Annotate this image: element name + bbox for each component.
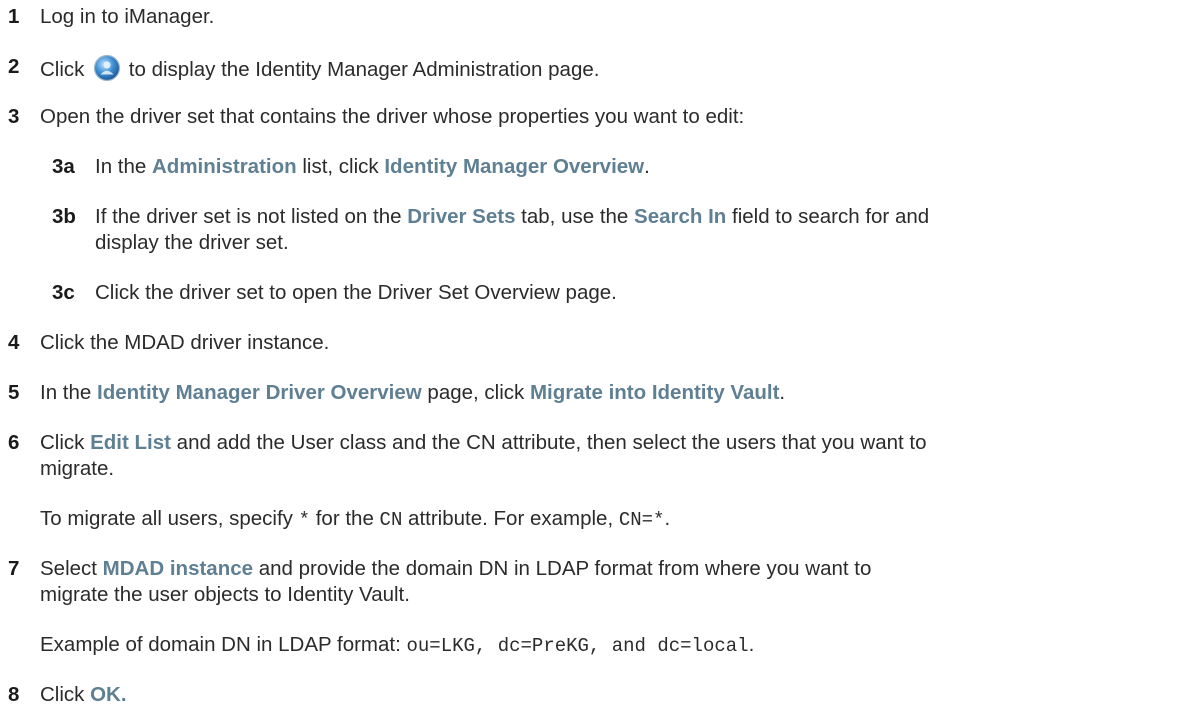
- code-literal: *: [298, 509, 311, 531]
- step-text: Open the driver set that contains the dr…: [40, 104, 744, 130]
- step-number: 7: [8, 557, 20, 580]
- ui-label: Search In: [634, 205, 727, 228]
- text-run: .: [644, 155, 650, 178]
- procedure-page: 1 Log in to iManager. 2 Click to display th…: [0, 0, 1178, 707]
- identity-manager-globe-icon[interactable]: [93, 54, 121, 82]
- text-run: migrate the user objects to Identity Vau…: [40, 583, 410, 606]
- text-run: Click the MDAD driver instance.: [40, 331, 330, 354]
- text-run: display the driver set.: [95, 231, 289, 254]
- step-text: Log in to iManager.: [40, 4, 214, 30]
- text-run: attribute. For example,: [402, 507, 619, 530]
- ui-label: MDAD instance: [102, 557, 254, 580]
- text-run: To migrate all users, specify: [40, 507, 299, 530]
- text-run: tab, use the: [515, 205, 635, 228]
- step-text: Click the driver set to open the Driver …: [95, 280, 617, 306]
- text-run: field to search for and: [726, 205, 930, 228]
- code-literal: CN=*: [618, 509, 665, 531]
- step-text: migrate the user objects to Identity Vau…: [40, 582, 410, 608]
- step-number: 3: [8, 105, 20, 128]
- step-text: If the driver set is not listed on the D…: [95, 204, 929, 230]
- text-run: .: [779, 381, 786, 404]
- text-run: If the driver set is not listed on the: [95, 205, 408, 228]
- text-run: to display the Identity Manager Administ…: [123, 58, 600, 81]
- step-number: 3c: [52, 281, 75, 304]
- text-run: Click the driver set to open the Driver …: [95, 281, 617, 304]
- step-number: 5: [8, 381, 20, 404]
- step-text: Click Edit List and add the User class a…: [40, 430, 927, 456]
- text-run: Click: [40, 431, 91, 454]
- text-run: migrate.: [40, 457, 115, 480]
- step-text: Select MDAD instance and provide the dom…: [40, 556, 871, 582]
- code-literal: CN: [379, 509, 403, 531]
- text-run: page, click: [421, 381, 530, 404]
- ui-label: Driver Sets: [407, 205, 516, 228]
- text-run: list, click: [296, 155, 385, 178]
- code-literal: ou=LKG, dc=PreKG, and dc=local: [406, 635, 749, 657]
- ui-label: Edit List: [90, 431, 171, 454]
- text-run: Log in to iManager.: [40, 5, 215, 28]
- step-text: display the driver set.: [95, 230, 289, 256]
- text-run: In the: [95, 155, 152, 178]
- ui-label: Administration: [152, 155, 297, 178]
- ui-label: Identity Manager Overview: [384, 155, 645, 178]
- step-number: 3a: [52, 155, 75, 178]
- step-text: Click to display the Identity Manager Ad…: [40, 54, 599, 83]
- text-run: for the: [310, 507, 380, 530]
- ui-label: Identity Manager Driver Overview: [97, 381, 422, 404]
- step-number: 4: [8, 331, 20, 354]
- step-text: To migrate all users, specify * for the …: [40, 506, 670, 533]
- step-text: Example of domain DN in LDAP format: ou=…: [40, 632, 754, 659]
- step-text: migrate.: [40, 456, 114, 482]
- text-run: Select: [40, 557, 103, 580]
- text-run: .: [748, 633, 755, 656]
- step-text: In the Identity Manager Driver Overview …: [40, 380, 785, 406]
- step-number: 8: [8, 683, 20, 706]
- text-run: Click: [40, 58, 91, 81]
- ui-label: Migrate into Identity Vault: [529, 381, 780, 404]
- text-run: In the: [40, 381, 97, 404]
- step-number: 2: [8, 55, 20, 78]
- step-number: 3b: [52, 205, 76, 228]
- step-text: Click the MDAD driver instance.: [40, 330, 329, 356]
- step-number: 6: [8, 431, 20, 454]
- text-run: and add the User class and the CN attrib…: [170, 431, 927, 454]
- text-run: Open the driver set that contains the dr…: [40, 105, 745, 128]
- text-run: Example of domain DN in LDAP format:: [40, 633, 407, 656]
- text-run: and provide the domain DN in LDAP format…: [253, 557, 872, 580]
- step-number: 1: [8, 5, 20, 28]
- ui-label: OK.: [90, 683, 127, 706]
- step-text: Click OK.: [40, 682, 127, 708]
- text-run: .: [664, 507, 671, 530]
- text-run: Click: [40, 683, 91, 706]
- step-text: In the Administration list, click Identi…: [95, 154, 650, 180]
